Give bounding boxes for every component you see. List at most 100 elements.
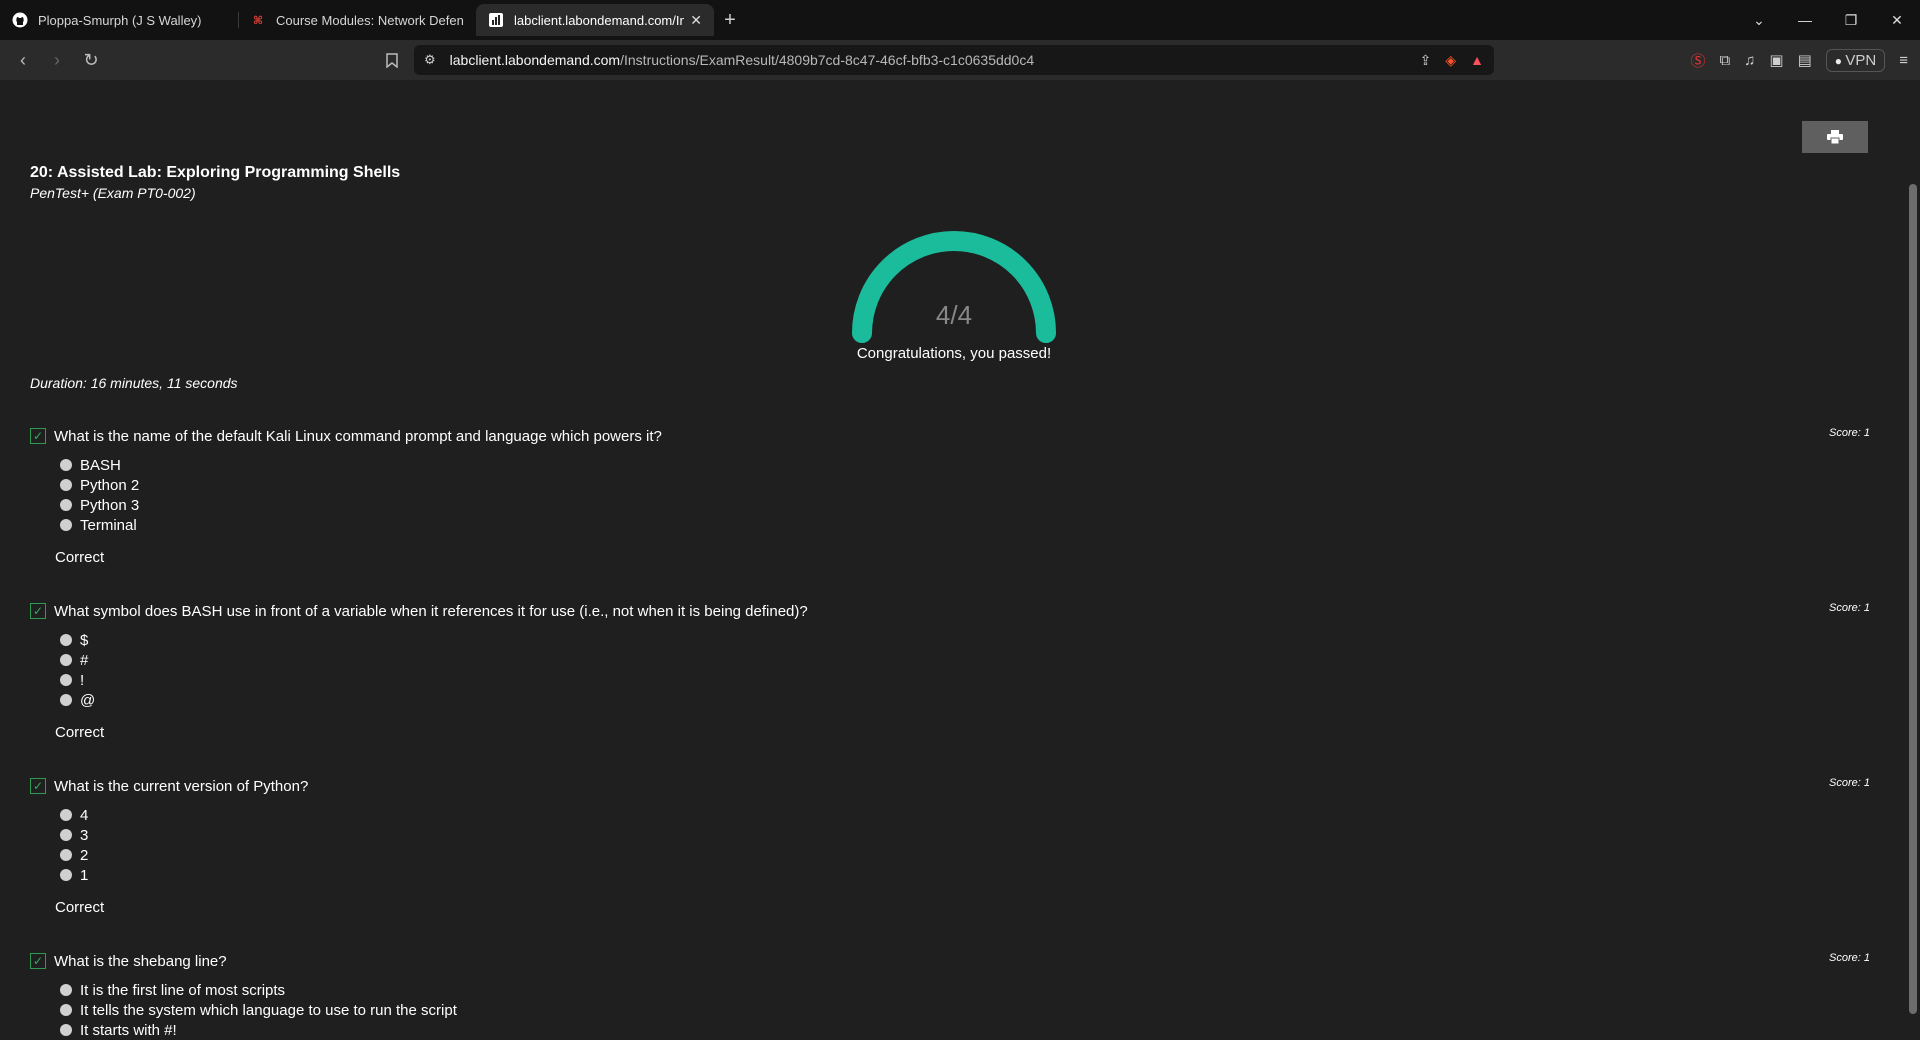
answer-option: Terminal xyxy=(60,515,1870,535)
option-label: Python 3 xyxy=(80,496,140,514)
duration: Duration: 16 minutes, 11 seconds xyxy=(30,375,238,391)
option-label: Terminal xyxy=(80,516,137,534)
option-label: BASH xyxy=(80,456,121,474)
option-label: 3 xyxy=(80,826,89,844)
radio-icon xyxy=(60,499,72,511)
labondemand-icon xyxy=(488,12,504,28)
answer-result: Correct xyxy=(55,899,105,916)
media-icon[interactable]: ♫ xyxy=(1744,52,1755,69)
question-item: ✓ What is the current version of Python?… xyxy=(30,775,1870,916)
radio-icon xyxy=(60,869,72,881)
new-tab-button[interactable]: + xyxy=(714,4,746,36)
radio-icon xyxy=(60,1024,72,1036)
print-button[interactable] xyxy=(1802,121,1868,153)
url-path: /Instructions/ExamResult/4809b7cd-8c47-4… xyxy=(620,52,1035,68)
page-content: 20: Assisted Lab: Exploring Programming … xyxy=(0,80,1906,1039)
vpn-label: VPN xyxy=(1845,51,1877,69)
question-item: ✓ What is the shebang line? Score: 1 It … xyxy=(30,950,1870,1040)
score-gauge: 4/4 xyxy=(846,220,1062,350)
extensions-icon[interactable]: ⧉ xyxy=(1719,52,1730,69)
option-label: ! xyxy=(80,671,85,689)
option-label: $ xyxy=(80,631,89,649)
close-window-icon[interactable]: ✕ xyxy=(1874,12,1920,29)
browser-toolbar: ‹ › ↻ ⚙ labclient.labondemand.com/Instru… xyxy=(0,40,1920,80)
printer-icon xyxy=(1827,130,1843,144)
radio-icon xyxy=(60,984,72,996)
radio-icon xyxy=(60,694,72,706)
question-text: What is the shebang line? xyxy=(54,952,227,970)
tab-labclient[interactable]: labclient.labondemand.com/Inst ✕ xyxy=(476,4,714,36)
forward-icon[interactable]: › xyxy=(40,43,74,77)
answer-option: Python 3 xyxy=(60,495,1870,515)
tab-strip: Ploppa-Smurph (J S Walley) ⌘ Course Modu… xyxy=(0,0,1920,40)
answer-option: 2 xyxy=(60,845,1870,865)
question-text: What is the name of the default Kali Lin… xyxy=(54,427,662,445)
answer-option: $ xyxy=(60,630,1870,650)
sidebar-icon[interactable]: ▣ xyxy=(1769,51,1783,69)
share-icon[interactable]: ⇪ xyxy=(1420,52,1432,69)
minimize-icon[interactable]: — xyxy=(1782,12,1828,28)
scrollbar-thumb[interactable] xyxy=(1909,184,1917,1014)
reload-icon[interactable]: ↻ xyxy=(74,43,108,77)
menu-icon[interactable]: ≡ xyxy=(1899,52,1908,69)
question-score: Score: 1 xyxy=(1829,602,1870,614)
option-label: @ xyxy=(80,691,96,709)
option-label: Python 2 xyxy=(80,476,140,494)
option-label: 1 xyxy=(80,866,89,884)
radio-icon xyxy=(60,634,72,646)
option-label: 4 xyxy=(80,806,89,824)
answer-result: Correct xyxy=(55,549,105,566)
question-item: ✓ What is the name of the default Kali L… xyxy=(30,425,1870,566)
page-scrollbar[interactable] xyxy=(1906,80,1920,1032)
brave-rewards-icon[interactable]: ▲ xyxy=(1470,52,1484,68)
question-score: Score: 1 xyxy=(1829,777,1870,789)
extension-s-icon[interactable]: Ⓢ xyxy=(1690,50,1705,71)
answer-option: It is the first line of most scripts xyxy=(60,980,1870,1000)
tab-search-icon[interactable]: ⌄ xyxy=(1736,12,1782,29)
answer-option: 4 xyxy=(60,805,1870,825)
tab-github[interactable]: Ploppa-Smurph (J S Walley) xyxy=(0,4,238,36)
answer-option: It tells the system which language to us… xyxy=(60,1000,1870,1020)
tab-course-modules[interactable]: ⌘ Course Modules: Network Defense ( xyxy=(238,4,476,36)
answer-option: It starts with #! xyxy=(60,1020,1870,1040)
radio-icon xyxy=(60,519,72,531)
lab-title: 20: Assisted Lab: Exploring Programming … xyxy=(30,164,401,181)
question-score: Score: 1 xyxy=(1829,952,1870,964)
github-icon xyxy=(12,12,28,28)
bookmark-icon[interactable] xyxy=(380,47,404,73)
close-tab-icon[interactable]: ✕ xyxy=(690,12,702,29)
tab-title: Course Modules: Network Defense ( xyxy=(276,12,464,28)
checkmark-icon: ✓ xyxy=(30,778,46,794)
radio-icon xyxy=(60,459,72,471)
answer-option: 1 xyxy=(60,865,1870,885)
option-label: 2 xyxy=(80,846,89,864)
answer-option: # xyxy=(60,650,1870,670)
back-icon[interactable]: ‹ xyxy=(6,43,40,77)
option-label: # xyxy=(80,651,89,669)
url-host: labclient.labondemand.com xyxy=(449,52,621,68)
wallet-icon[interactable]: ▤ xyxy=(1798,51,1812,69)
tab-title: labclient.labondemand.com/Inst xyxy=(514,12,685,28)
restore-icon[interactable]: ❐ xyxy=(1828,12,1874,29)
radio-icon xyxy=(60,479,72,491)
answer-option: BASH xyxy=(60,455,1870,475)
checkmark-icon: ✓ xyxy=(30,953,46,969)
score-text: 4/4 xyxy=(935,300,973,330)
lab-subtitle: PenTest+ (Exam PT0-002) xyxy=(30,185,196,201)
question-item: ✓ What symbol does BASH use in front of … xyxy=(30,600,1870,741)
question-text: What symbol does BASH use in front of a … xyxy=(54,602,808,620)
answer-option: Python 2 xyxy=(60,475,1870,495)
congratulations-message: Congratulations, you passed! xyxy=(856,345,1052,362)
radio-icon xyxy=(60,1004,72,1016)
address-bar[interactable]: ⚙ labclient.labondemand.com/Instructions… xyxy=(414,45,1494,75)
option-label: It tells the system which language to us… xyxy=(80,1001,457,1019)
question-text: What is the current version of Python? xyxy=(54,777,309,795)
radio-icon xyxy=(60,809,72,821)
checkmark-icon: ✓ xyxy=(30,603,46,619)
brave-shields-icon[interactable]: ◈ xyxy=(1445,52,1456,69)
site-settings-icon[interactable]: ⚙ xyxy=(424,52,436,68)
extensions-area: Ⓢ ⧉ ♫ ▣ ▤ ● VPN ≡ xyxy=(1690,45,1920,75)
vpn-button[interactable]: ● VPN xyxy=(1825,48,1886,72)
answer-result: Correct xyxy=(55,724,105,741)
answer-option: 3 xyxy=(60,825,1870,845)
